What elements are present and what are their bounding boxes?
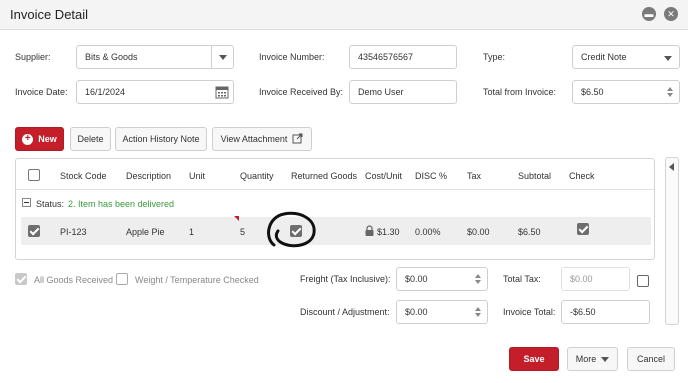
col-disc[interactable]: DISC %: [415, 171, 447, 181]
discount-value: $0.00: [405, 307, 428, 317]
chevron-down-icon[interactable]: [211, 46, 233, 68]
row-stock-code: PI-123: [60, 227, 87, 237]
invoice-number-value: 43546576567: [358, 52, 414, 62]
total-tax-checkbox[interactable]: [637, 275, 649, 287]
group-status-label: Status:: [36, 199, 65, 209]
view-attachment-button[interactable]: View Attachment: [212, 127, 312, 151]
side-panel-toggle[interactable]: [665, 157, 679, 325]
row-cost-unit: $1.30: [377, 227, 400, 237]
invoice-number-field[interactable]: 43546576567: [349, 45, 457, 69]
weight-temp-label: Weight / Temperature Checked: [135, 275, 259, 285]
title-bar: Invoice Detail ▬ ✕: [0, 0, 688, 30]
received-by-field[interactable]: Demo User: [349, 80, 457, 104]
cancel-button[interactable]: Cancel: [627, 347, 675, 371]
row-subtotal: $6.50: [518, 227, 541, 237]
total-tax-value: $0.00: [570, 274, 593, 284]
external-link-icon: [292, 133, 303, 146]
cell-marker-icon: [234, 216, 239, 221]
save-button[interactable]: Save: [509, 347, 559, 371]
col-check[interactable]: Check: [569, 171, 595, 181]
col-subtotal[interactable]: Subtotal: [518, 171, 551, 181]
col-tax[interactable]: Tax: [467, 171, 481, 181]
spinner-icon[interactable]: [661, 81, 679, 103]
calendar-icon[interactable]: [215, 85, 229, 103]
col-returned-goods[interactable]: Returned Goods: [291, 171, 357, 181]
discount-field[interactable]: $0.00: [396, 300, 488, 324]
row-tax: $0.00: [467, 227, 490, 237]
window-title: Invoice Detail: [10, 7, 89, 22]
more-button-label: More: [575, 354, 597, 364]
returned-goods-checkbox[interactable]: [290, 225, 302, 237]
row-select-checkbox[interactable]: [28, 225, 40, 237]
supplier-label: Supplier:: [15, 52, 51, 62]
row-unit: 1: [189, 227, 195, 237]
total-tax-field: $0.00: [561, 267, 630, 291]
save-button-label: Save: [523, 354, 545, 364]
table-row[interactable]: [21, 217, 651, 245]
total-from-invoice-label: Total from Invoice:: [483, 87, 557, 97]
total-from-invoice-field[interactable]: $6.50: [572, 80, 680, 104]
col-stock-code[interactable]: Stock Code: [60, 171, 107, 181]
weight-temp-checkbox[interactable]: [116, 273, 128, 285]
invoice-date-value: 16/1/2024: [85, 87, 126, 97]
invoice-total-field: -$6.50: [561, 300, 650, 324]
total-from-invoice-value: $6.50: [581, 87, 604, 97]
row-quantity: 5: [240, 227, 246, 237]
chevron-down-icon: [601, 356, 610, 362]
group-status-value: 2. Item has been delivered: [68, 199, 175, 209]
received-by-label: Invoice Received By:: [259, 87, 344, 97]
spinner-icon[interactable]: [469, 301, 487, 323]
close-icon[interactable]: ✕: [664, 7, 678, 21]
new-button[interactable]: + New: [15, 127, 64, 151]
invoice-date-label: Invoice Date:: [15, 87, 68, 97]
type-label: Type:: [483, 52, 506, 62]
invoice-lines-grid: Stock Code Description Unit Quantity Ret…: [15, 158, 655, 260]
plus-circle-icon: +: [22, 133, 34, 145]
invoice-total-label: Invoice Total:: [503, 307, 556, 317]
action-history-button[interactable]: Action History Note: [115, 127, 207, 151]
view-attachment-label: View Attachment: [220, 134, 288, 144]
discount-label: Discount / Adjustment:: [300, 307, 390, 317]
freight-label: Freight (Tax Inclusive):: [300, 274, 391, 284]
spinner-icon[interactable]: [469, 268, 487, 290]
all-goods-received-checkbox[interactable]: [15, 273, 27, 285]
cancel-button-label: Cancel: [636, 354, 665, 364]
caret-left-icon: [669, 163, 674, 171]
minimize-icon[interactable]: ▬: [642, 7, 656, 21]
delete-button[interactable]: Delete: [70, 127, 111, 151]
new-button-label: New: [38, 134, 57, 144]
total-tax-label: Total Tax:: [503, 274, 541, 284]
invoice-total-value: -$6.50: [570, 307, 596, 317]
col-cost-unit[interactable]: Cost/Unit: [365, 171, 402, 181]
invoice-number-label: Invoice Number:: [259, 52, 325, 62]
col-unit[interactable]: Unit: [189, 171, 205, 181]
received-by-value: Demo User: [358, 87, 404, 97]
select-all-checkbox[interactable]: [28, 169, 40, 181]
lock-icon: [365, 225, 374, 238]
type-value: Credit Note: [581, 52, 627, 62]
supplier-select[interactable]: Bits & Goods: [76, 45, 234, 69]
col-description[interactable]: Description: [126, 171, 171, 181]
chevron-down-icon: [664, 56, 672, 61]
row-check-checkbox[interactable]: [577, 223, 589, 235]
row-description: Apple Pie: [126, 227, 165, 237]
invoice-date-field[interactable]: 16/1/2024: [76, 80, 234, 104]
more-button[interactable]: More: [567, 347, 618, 371]
supplier-value: Bits & Goods: [85, 52, 138, 62]
freight-value: $0.00: [405, 274, 428, 284]
type-select[interactable]: Credit Note: [572, 45, 680, 69]
freight-field[interactable]: $0.00: [396, 267, 488, 291]
row-disc: 0.00%: [415, 227, 441, 237]
all-goods-received-label: All Goods Received: [34, 275, 114, 285]
delete-button-label: Delete: [77, 134, 104, 144]
col-quantity[interactable]: Quantity: [240, 171, 274, 181]
collapse-icon[interactable]: [22, 198, 31, 207]
action-history-label: Action History Note: [122, 134, 200, 144]
